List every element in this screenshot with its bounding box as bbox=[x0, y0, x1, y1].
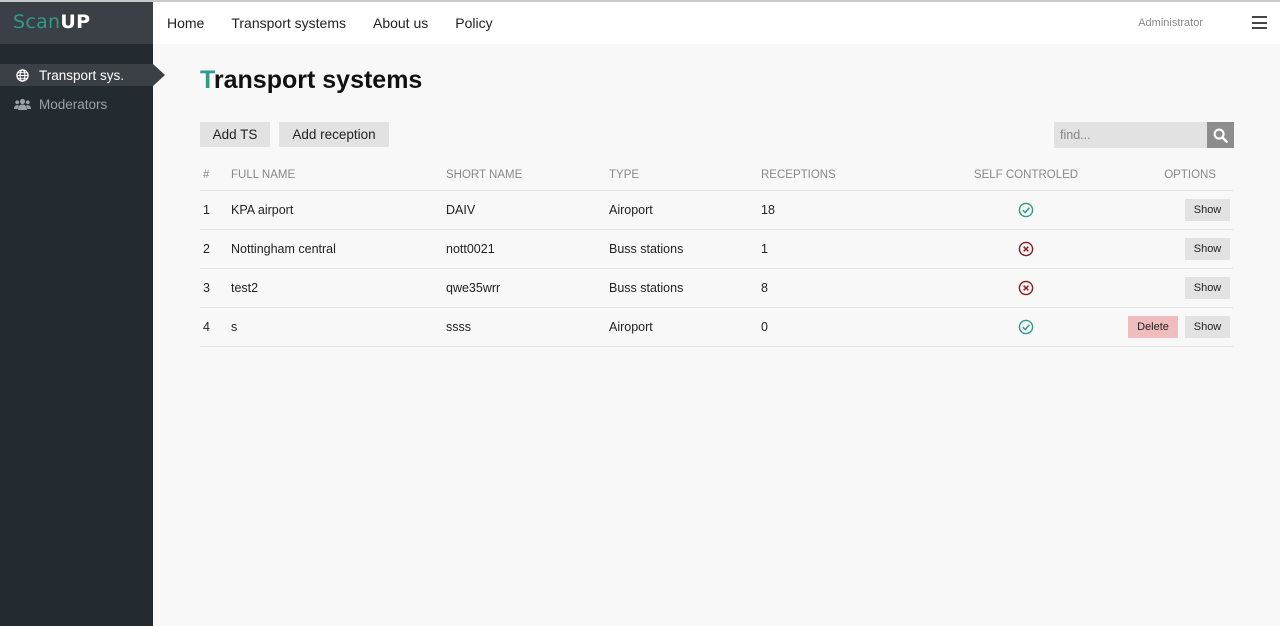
logo-up: UP bbox=[60, 11, 91, 33]
search-box bbox=[1054, 122, 1234, 148]
sidebar-item-moderators[interactable]: Moderators bbox=[0, 93, 153, 115]
cell-type: Airoport bbox=[609, 203, 653, 217]
show-button[interactable]: Show bbox=[1185, 238, 1230, 260]
nav-about-us[interactable]: About us bbox=[373, 15, 428, 31]
cell-type: Buss stations bbox=[609, 281, 684, 295]
cell-receptions: 8 bbox=[761, 281, 768, 295]
hamburger-menu-icon[interactable] bbox=[1252, 16, 1267, 29]
cell-self-controlled bbox=[941, 319, 1111, 335]
header-receptions: RECEPTIONS bbox=[761, 169, 836, 181]
page-title: Transport systems bbox=[200, 66, 422, 95]
table-row: 3 test2 qwe35wrr Buss stations 8 Show bbox=[200, 269, 1233, 308]
cell-short-name: qwe35wrr bbox=[446, 281, 501, 295]
header-options: OPTIONS bbox=[1164, 169, 1216, 181]
cell-number: 2 bbox=[203, 242, 210, 256]
table-row: 2 Nottingham central nott0021 Buss stations… bbox=[200, 230, 1233, 269]
cell-self-controlled bbox=[941, 202, 1111, 218]
cell-short-name: ssss bbox=[446, 320, 471, 334]
cell-options: Delete Show bbox=[1111, 316, 1233, 338]
cell-self-controlled bbox=[941, 280, 1111, 296]
logo-scan: Scan bbox=[13, 11, 61, 33]
show-button[interactable]: Show bbox=[1185, 316, 1230, 338]
delete-button[interactable]: Delete bbox=[1128, 316, 1178, 338]
users-icon bbox=[14, 97, 31, 111]
show-button[interactable]: Show bbox=[1185, 277, 1230, 299]
header-full-name: FULL NAME bbox=[231, 169, 296, 181]
table-header: # FULL NAME SHORT NAME TYPE RECEPTIONS S… bbox=[200, 160, 1233, 191]
cross-circle-icon bbox=[1018, 280, 1034, 296]
nav-home[interactable]: Home bbox=[167, 15, 204, 31]
cell-options: Show bbox=[1111, 199, 1233, 221]
page-title-rest: ransport systems bbox=[213, 66, 423, 94]
search-icon[interactable] bbox=[1207, 122, 1234, 148]
cell-number: 1 bbox=[203, 203, 210, 217]
cell-type: Buss stations bbox=[609, 242, 684, 256]
add-ts-button[interactable]: Add TS bbox=[200, 122, 270, 147]
cell-short-name: DAIV bbox=[446, 203, 476, 217]
table-row: 1 KPA airport DAIV Airoport 18 Show bbox=[200, 191, 1233, 230]
top-navigation: Home Transport systems About us Policy A… bbox=[153, 2, 1280, 44]
cell-full-name: s bbox=[231, 320, 238, 334]
cell-receptions: 1 bbox=[761, 242, 768, 256]
cell-number: 3 bbox=[203, 281, 210, 295]
cell-receptions: 0 bbox=[761, 320, 768, 334]
search-input[interactable] bbox=[1054, 122, 1207, 148]
cell-full-name: test2 bbox=[231, 281, 259, 295]
nav-transport-systems[interactable]: Transport systems bbox=[231, 15, 346, 31]
cell-options: Show bbox=[1111, 277, 1233, 299]
header-type: TYPE bbox=[609, 169, 640, 181]
nav-policy[interactable]: Policy bbox=[455, 15, 492, 31]
cell-options: Show bbox=[1111, 238, 1233, 260]
globe-icon bbox=[14, 68, 31, 82]
header-short-name: SHORT NAME bbox=[446, 169, 523, 181]
check-circle-icon bbox=[1018, 319, 1034, 335]
check-circle-icon bbox=[1018, 202, 1034, 218]
logo[interactable]: ScanUP bbox=[0, 2, 153, 44]
cell-short-name: nott0021 bbox=[446, 242, 495, 256]
header-self-controlled: SELF CONTROLED bbox=[973, 169, 1079, 181]
show-button[interactable]: Show bbox=[1185, 199, 1230, 221]
cell-full-name: KPA airport bbox=[231, 203, 294, 217]
sidebar-item-transport[interactable]: Transport sys. bbox=[0, 64, 165, 86]
sidebar-item-label: Moderators bbox=[39, 96, 108, 112]
table-row: 4 s ssss Airoport 0 Delete Show bbox=[200, 308, 1233, 347]
cross-circle-icon bbox=[1018, 241, 1034, 257]
cell-full-name: Nottingham central bbox=[231, 242, 336, 256]
cell-type: Airoport bbox=[609, 320, 653, 334]
add-reception-button[interactable]: Add reception bbox=[279, 122, 389, 147]
sidebar: ScanUP Transport sys. Moderators bbox=[0, 2, 165, 626]
cell-number: 4 bbox=[203, 320, 210, 334]
cell-self-controlled bbox=[941, 241, 1111, 257]
sidebar-item-label: Transport sys. bbox=[39, 67, 125, 83]
header-number: # bbox=[203, 169, 210, 181]
user-name[interactable]: Administrator bbox=[1138, 17, 1203, 29]
cell-receptions: 18 bbox=[761, 203, 775, 217]
transport-systems-table: # FULL NAME SHORT NAME TYPE RECEPTIONS S… bbox=[200, 160, 1233, 347]
page-title-initial: T bbox=[200, 66, 214, 94]
